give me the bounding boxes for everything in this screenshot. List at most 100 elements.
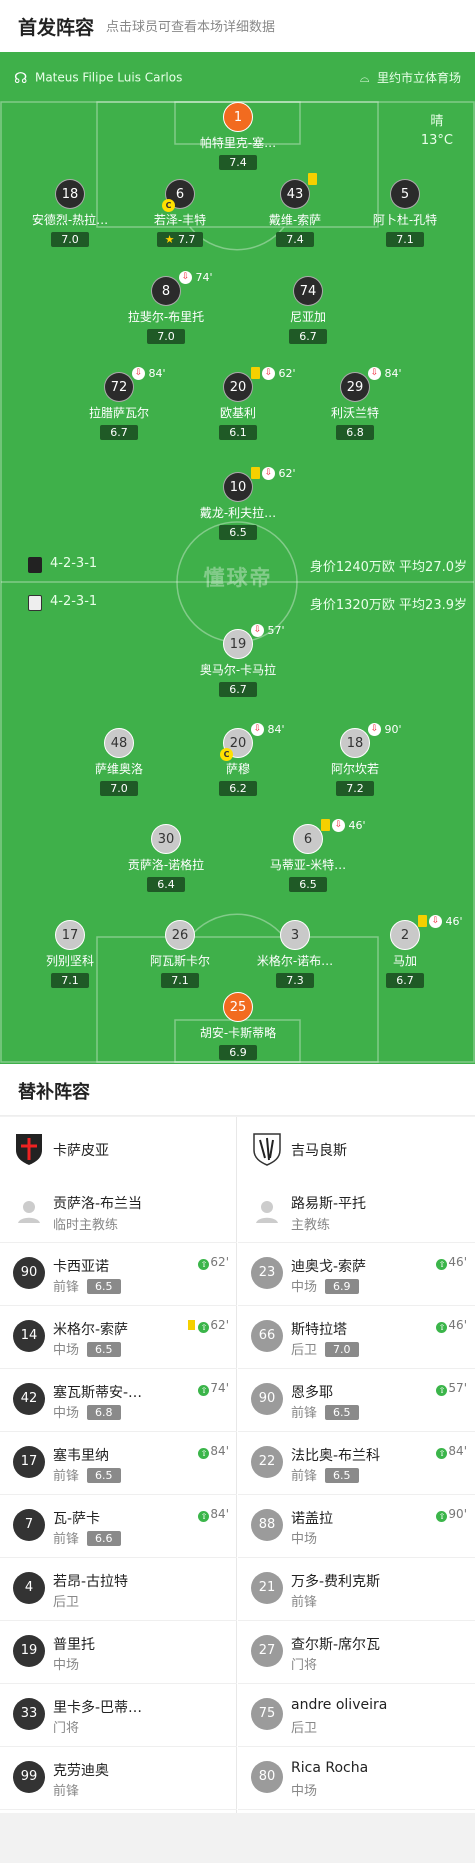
- home-bench: 卡萨皮亚 贡萨洛-布兰当 临时主教练 90 卡西亚诺 前锋 6.5 ⇧ 62' 14 米格尔-…: [0, 1117, 237, 1813]
- bench-player-row[interactable]: 17 塞韦里纳 前锋 6.5 ⇧ 84': [0, 1432, 237, 1495]
- sub-on: ⇧ 62': [198, 1255, 229, 1270]
- player-away[interactable]: 30 贡萨洛-诺格拉 6.4: [101, 824, 231, 892]
- player-name: 戴龙-利夫拉…: [199, 506, 277, 520]
- player-number-text: 29: [346, 380, 364, 395]
- player-home-gk[interactable]: 1 帕特里克-塞… 7.4: [173, 102, 303, 170]
- player-home[interactable]: 29 ⇩ 84' 利沃兰特 6.8: [290, 367, 420, 440]
- away-team-row[interactable]: 吉马良斯: [238, 1117, 475, 1180]
- player-name: 帕特里克-塞…: [199, 136, 277, 150]
- bench-player-row[interactable]: 22 法比奥-布兰科 前锋 6.5 ⇧ 84': [238, 1432, 475, 1495]
- bench-player-position: 前锋 6.5: [291, 1465, 359, 1484]
- bench-player-name: 若昂-古拉特: [53, 1574, 129, 1590]
- player-number-text: 20: [229, 380, 247, 395]
- home-team-row[interactable]: 卡萨皮亚: [0, 1117, 237, 1180]
- player-rating: 6.8: [336, 425, 374, 440]
- player-number: 30: [151, 824, 181, 854]
- player-rating: 6.4: [147, 877, 185, 892]
- player-rating: 6.9: [219, 1045, 257, 1060]
- player-home[interactable]: 8 ⇩ 74' 拉斐尔-布里托 7.0: [101, 271, 231, 344]
- bench-player-rating: 6.5: [325, 1405, 359, 1420]
- player-away[interactable]: 2 ⇩ 46' 马加 6.7: [340, 915, 470, 988]
- bench-player-position-text: 前锋: [53, 1532, 80, 1547]
- player-number-text: 6: [175, 187, 185, 202]
- bench-player-position-text: 中场: [291, 1784, 318, 1799]
- coach-role: 临时主教练: [53, 1218, 119, 1233]
- bench-player-position-text: 前锋: [53, 1469, 80, 1484]
- player-home[interactable]: 6 C 若泽-丰特 ★ 7.7: [115, 179, 245, 247]
- weather: 晴 13°C: [421, 112, 453, 150]
- sub-off: ⇩ 62': [251, 467, 296, 480]
- bench-player-number: 80: [251, 1761, 283, 1793]
- sub-on-icon: ⇧: [198, 1511, 210, 1522]
- sub-on-icon: ⇧: [198, 1259, 210, 1270]
- away-badge-icon: [28, 595, 42, 611]
- bench-player-row[interactable]: 19 普里托 中场: [0, 1621, 237, 1684]
- player-away[interactable]: 26 阿瓦斯卡尔 7.1: [115, 920, 245, 988]
- sub-on-icon: ⇧: [436, 1259, 448, 1270]
- bench-player-position: 门将: [53, 1717, 79, 1736]
- bench-player-row[interactable]: 80 Rica Rocha 中场: [238, 1747, 475, 1810]
- bench-player-row[interactable]: 90 恩多耶 前锋 6.5 ⇧ 57': [238, 1369, 475, 1432]
- player-name: 萨穆: [225, 762, 250, 776]
- player-number: 25: [223, 992, 253, 1022]
- home-formation: 4-2-3-1: [50, 556, 98, 571]
- player-name: 马加: [392, 954, 417, 968]
- bench-player-row[interactable]: 99 克劳迪奥 前锋: [0, 1747, 237, 1810]
- bench-player-row[interactable]: 27 查尔斯-席尔瓦 门将: [238, 1621, 475, 1684]
- bench-player-row[interactable]: 90 卡西亚诺 前锋 6.5 ⇧ 62': [0, 1243, 237, 1306]
- player-away[interactable]: 48 萨维奥洛 7.0: [54, 728, 184, 796]
- player-number: 8 ⇩ 74': [151, 271, 213, 306]
- bench-player-number: 88: [251, 1509, 283, 1541]
- player-away[interactable]: 6 ⇩ 46' 马蒂亚-米特… 6.5: [243, 819, 373, 892]
- player-away[interactable]: 18 ⇩ 90' 阿尔坎若 7.2: [290, 723, 420, 796]
- bench-player-row[interactable]: 66 斯特拉塔 后卫 7.0 ⇧ 46': [238, 1306, 475, 1369]
- player-number: 17: [55, 920, 85, 950]
- player-name: 胡安-卡斯蒂略: [199, 1026, 277, 1040]
- bench-player-name: 塞瓦斯蒂安-…: [53, 1385, 143, 1401]
- bench-player-row[interactable]: 21 万多-费利克斯 前锋: [238, 1558, 475, 1621]
- player-home[interactable]: 20 ⇩ 62' 欧基利 6.1: [173, 367, 303, 440]
- coach-avatar-icon: [18, 1201, 40, 1223]
- player-number: 74: [293, 276, 323, 306]
- sub-time: 62': [278, 467, 296, 480]
- bench-player-position-text: 中场: [53, 1658, 80, 1673]
- player-away-gk[interactable]: 25 胡安-卡斯蒂略 6.9: [173, 992, 303, 1060]
- sub-on-icon: ⇧: [198, 1448, 210, 1459]
- bench-player-position: 后卫: [53, 1591, 79, 1610]
- bench-player-row[interactable]: 23 迪奥戈-索萨 中场 6.9 ⇧ 46': [238, 1243, 475, 1306]
- player-home[interactable]: 5 阿卜杜-孔特 7.1: [340, 179, 470, 247]
- bench-player-row[interactable]: 4 若昂-古拉特 后卫: [0, 1558, 237, 1621]
- player-home[interactable]: 72 ⇩ 84' 拉腊萨瓦尔 6.7: [54, 367, 184, 440]
- referee: ☊ Mateus Filipe Luis Carlos: [14, 69, 182, 87]
- bench-player-name: 万多-费利克斯: [291, 1574, 381, 1590]
- player-rating: 6.7: [219, 682, 257, 697]
- sub-on: ⇧ 46': [436, 1255, 467, 1270]
- bench-player-row[interactable]: 14 米格尔-索萨 中场 6.5 ⇧ 62': [0, 1306, 237, 1369]
- bench-player-position: 前锋 6.5: [291, 1402, 359, 1421]
- coach-name: 路易斯-平托: [291, 1196, 367, 1212]
- bench-player-row[interactable]: 7 瓦-萨卡 前锋 6.6 ⇧ 84': [0, 1495, 237, 1558]
- bench: 卡萨皮亚 贡萨洛-布兰当 临时主教练 90 卡西亚诺 前锋 6.5 ⇧ 62' 14 米格尔-…: [0, 1117, 475, 1813]
- bench-player-rating: 6.9: [325, 1279, 359, 1294]
- bench-player-rating: 6.8: [87, 1405, 121, 1420]
- player-number-text: 2: [400, 928, 410, 943]
- player-away[interactable]: 20 C ⇩ 84' 萨穆 6.2: [173, 723, 303, 796]
- bench-player-row[interactable]: 33 里卡多-巴蒂… 门将: [0, 1684, 237, 1747]
- bench-player-row[interactable]: 42 塞瓦斯蒂安-… 中场 6.8 ⇧ 74': [0, 1369, 237, 1432]
- bench-player-row[interactable]: 75 andre oliveira 后卫: [238, 1684, 475, 1747]
- bench-player-row[interactable]: 88 诺盖拉 中场 ⇧ 90': [238, 1495, 475, 1558]
- player-home[interactable]: 74 尼亚加 6.7: [243, 276, 373, 344]
- bench-player-rating: 6.5: [325, 1468, 359, 1483]
- sub-off-icon: ⇩: [179, 271, 192, 284]
- player-home[interactable]: 10 ⇩ 62' 戴龙-利夫拉… 6.5: [173, 467, 303, 540]
- sub-time: 84': [148, 367, 166, 380]
- bench-player-number: 90: [251, 1383, 283, 1415]
- player-away[interactable]: 19 ⇩ 57' 奥马尔-卡马拉 6.7: [173, 624, 303, 697]
- player-name: 拉斐尔-布里托: [127, 310, 205, 324]
- player-number: 6C: [162, 179, 195, 212]
- venue: ⌓ 里约市立体育场: [360, 69, 461, 86]
- sub-off: ⇩ 90': [368, 723, 402, 736]
- sub-time: 57': [267, 624, 285, 637]
- bench-player-position: 前锋 6.5: [53, 1465, 121, 1484]
- bench-player-position: 中场 6.9: [291, 1276, 359, 1295]
